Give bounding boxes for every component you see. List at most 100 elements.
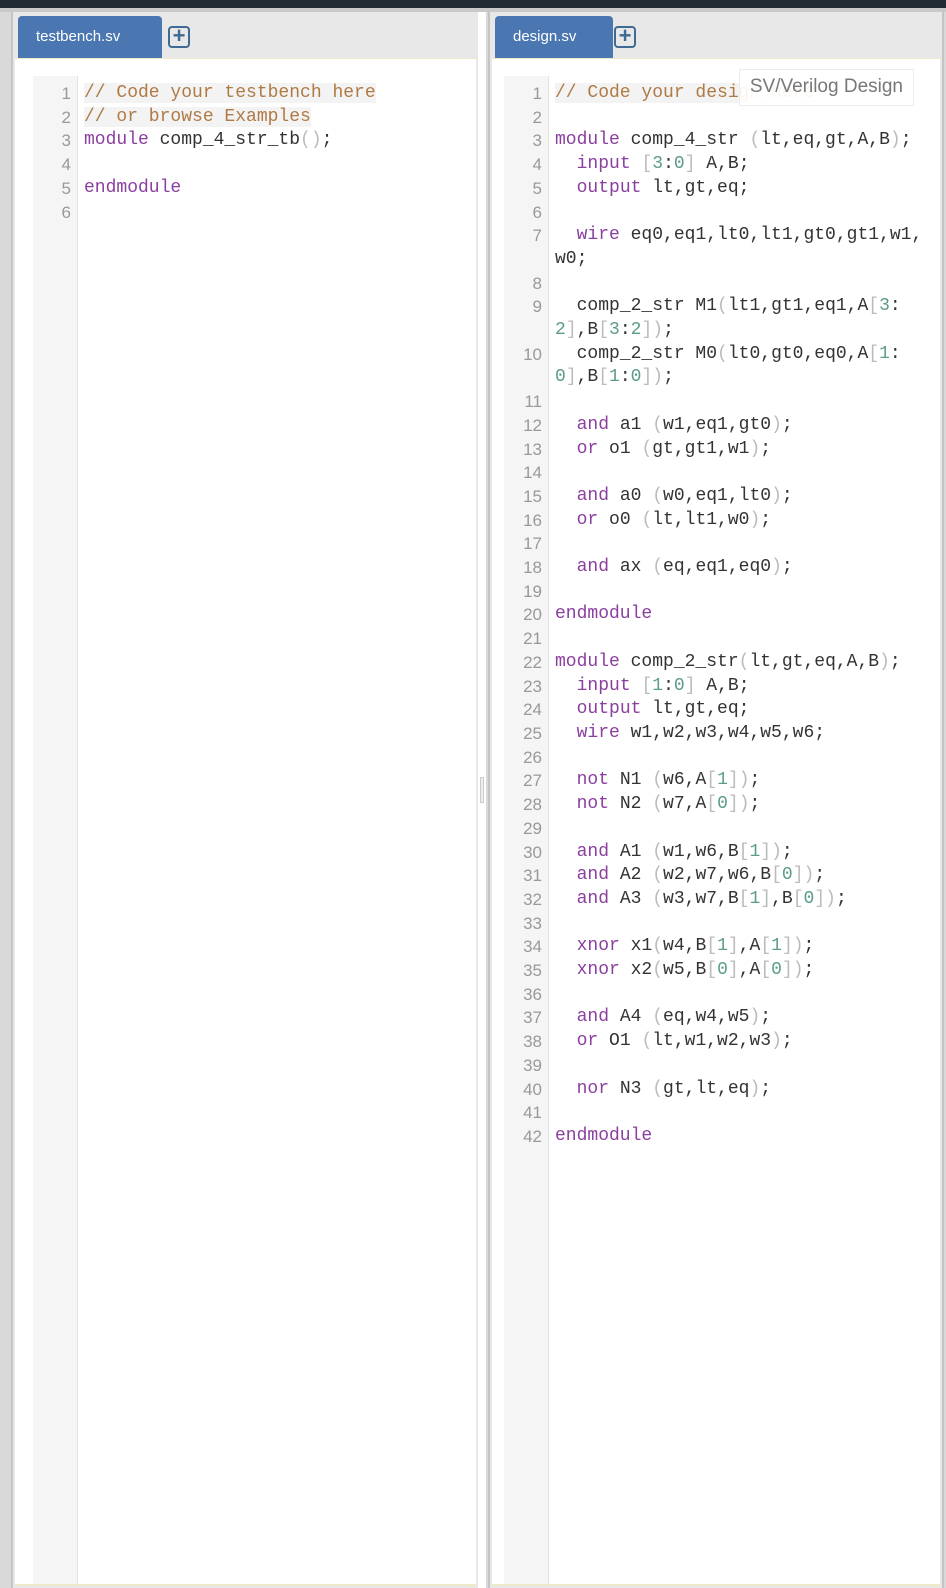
code-line[interactable]: 38 or O1 (lt,w1,w2,w3); <box>504 1030 932 1054</box>
code-line[interactable]: 2 // or browse Examples <box>33 106 468 130</box>
line-text[interactable]: or o0 (lt,lt1,w0); <box>548 509 932 533</box>
code-line[interactable]: 22 module comp_2_str(lt,gt,eq,A,B); <box>504 651 932 675</box>
add-file-button[interactable]: + <box>168 25 190 48</box>
line-text[interactable] <box>548 983 932 1007</box>
code-line[interactable]: 19 <box>504 580 932 604</box>
code-line[interactable]: 6 <box>33 201 468 225</box>
code-line[interactable]: 21 <box>504 627 932 651</box>
line-text[interactable] <box>548 1101 932 1125</box>
line-text[interactable]: and A4 (eq,w4,w5); <box>548 1006 932 1030</box>
line-text[interactable]: and A2 (w2,w7,w6,B[0]); <box>548 864 932 888</box>
code-line[interactable]: 23 input [1:0] A,B; <box>504 675 932 699</box>
code-line[interactable]: 2 <box>504 106 932 130</box>
line-text[interactable]: input [1:0] A,B; <box>548 675 932 699</box>
line-text[interactable] <box>548 627 932 651</box>
code-line[interactable]: 16 or o0 (lt,lt1,w0); <box>504 509 932 533</box>
code-line[interactable]: 8 <box>504 272 932 296</box>
code-line[interactable]: 12 and a1 (w1,eq1,gt0); <box>504 414 932 438</box>
code-line[interactable]: 26 <box>504 746 932 770</box>
code-line[interactable]: 37 and A4 (eq,w4,w5); <box>504 1006 932 1030</box>
code-line[interactable]: 11 <box>504 390 932 414</box>
code-line[interactable]: 25 wire w1,w2,w3,w4,w5,w6; <box>504 722 932 746</box>
line-text[interactable] <box>548 461 932 485</box>
line-text[interactable] <box>548 532 932 556</box>
code-line[interactable]: 9 comp_2_str M1(lt1,gt1,eq1,A[3:2],B[3:2… <box>504 295 932 342</box>
line-text[interactable]: wire w1,w2,w3,w4,w5,w6; <box>548 722 932 746</box>
line-text[interactable]: comp_2_str M1(lt1,gt1,eq1,A[3:2],B[3:2])… <box>548 295 932 342</box>
code-line[interactable]: 10 comp_2_str M0(lt0,gt0,eq0,A[1:0],B[1:… <box>504 343 932 390</box>
code-line[interactable]: 18 and ax (eq,eq1,eq0); <box>504 556 932 580</box>
code-line[interactable]: 41 <box>504 1101 932 1125</box>
code-line[interactable]: 33 <box>504 912 932 936</box>
line-text[interactable]: module comp_2_str(lt,gt,eq,A,B); <box>548 651 932 675</box>
line-text[interactable]: and ax (eq,eq1,eq0); <box>548 556 932 580</box>
line-text[interactable]: nor N3 (gt,lt,eq); <box>548 1078 932 1102</box>
code-line[interactable]: 15 and a0 (w0,eq1,lt0); <box>504 485 932 509</box>
line-text[interactable] <box>77 153 468 177</box>
code-line[interactable]: 5 output lt,gt,eq; <box>504 177 932 201</box>
code-line[interactable]: 27 not N1 (w6,A[1]); <box>504 769 932 793</box>
code-line[interactable]: 32 and A3 (w3,w7,B[1],B[0]); <box>504 888 932 912</box>
line-text[interactable]: endmodule <box>548 603 932 627</box>
line-text[interactable] <box>548 1054 932 1078</box>
line-text[interactable]: output lt,gt,eq; <box>548 177 932 201</box>
line-text[interactable] <box>548 912 932 936</box>
testbench-editor[interactable]: 1 // Code your testbench here 2 // or brows… <box>15 59 476 1586</box>
code-line[interactable]: 6 <box>504 201 932 225</box>
line-text[interactable] <box>548 580 932 604</box>
code-line[interactable]: 14 <box>504 461 932 485</box>
line-text[interactable]: and a1 (w1,eq1,gt0); <box>548 414 932 438</box>
line-text[interactable]: and a0 (w0,eq1,lt0); <box>548 485 932 509</box>
add-file-button[interactable]: + <box>614 25 636 48</box>
code-area[interactable]: 1 // Code your testbench here 2 // or brows… <box>33 82 468 224</box>
code-line[interactable]: 40 nor N3 (gt,lt,eq); <box>504 1078 932 1102</box>
line-text[interactable]: module comp_4_str_tb(); <box>77 129 468 153</box>
code-line[interactable]: 5 endmodule <box>33 177 468 201</box>
line-text[interactable]: comp_2_str M0(lt0,gt0,eq0,A[1:0],B[1:0])… <box>548 343 932 390</box>
line-text[interactable]: // Code your testbench here <box>77 82 468 106</box>
line-text[interactable] <box>548 817 932 841</box>
line-text[interactable] <box>548 272 932 296</box>
line-text[interactable]: or o1 (gt,gt1,w1); <box>548 438 932 462</box>
line-text[interactable]: not N2 (w7,A[0]); <box>548 793 932 817</box>
line-text[interactable] <box>77 201 468 225</box>
line-text[interactable]: // or browse Examples <box>77 106 468 130</box>
code-line[interactable]: 7 wire eq0,eq1,lt0,lt1,gt0,gt1,w1,w0; <box>504 224 932 271</box>
code-line[interactable]: 20 endmodule <box>504 603 932 627</box>
line-text[interactable]: not N1 (w6,A[1]); <box>548 769 932 793</box>
code-area[interactable]: 1// Code your design here 2 3 module comp_… <box>504 82 932 1149</box>
code-line[interactable]: 36 <box>504 983 932 1007</box>
line-text[interactable]: module comp_4_str (lt,eq,gt,A,B); <box>548 129 932 153</box>
code-line[interactable]: 39 <box>504 1054 932 1078</box>
code-line[interactable]: 34 xnor x1(w4,B[1],A[1]); <box>504 935 932 959</box>
line-text[interactable]: endmodule <box>77 177 468 201</box>
line-text[interactable] <box>548 106 932 130</box>
code-line[interactable]: 42 endmodule <box>504 1125 932 1149</box>
code-line[interactable]: 3 module comp_4_str (lt,eq,gt,A,B); <box>504 129 932 153</box>
code-line[interactable]: 30 and A1 (w1,w6,B[1]); <box>504 841 932 865</box>
tab-design[interactable]: design.sv <box>495 16 613 58</box>
resize-handle[interactable] <box>480 777 484 803</box>
line-text[interactable]: and A3 (w3,w7,B[1],B[0]); <box>548 888 932 912</box>
code-line[interactable]: 13 or o1 (gt,gt1,w1); <box>504 438 932 462</box>
line-text[interactable]: and A1 (w1,w6,B[1]); <box>548 841 932 865</box>
line-text[interactable]: wire eq0,eq1,lt0,lt1,gt0,gt1,w1,w0; <box>548 224 932 271</box>
line-text[interactable] <box>548 746 932 770</box>
line-text[interactable]: endmodule <box>548 1125 932 1149</box>
code-line[interactable]: 35 xnor x2(w5,B[0],A[0]); <box>504 959 932 983</box>
pane-divider[interactable] <box>478 12 486 1588</box>
line-text[interactable]: output lt,gt,eq; <box>548 698 932 722</box>
line-text[interactable] <box>548 201 932 225</box>
line-text[interactable]: xnor x2(w5,B[0],A[0]); <box>548 959 932 983</box>
code-line[interactable]: 28 not N2 (w7,A[0]); <box>504 793 932 817</box>
code-line[interactable]: 24 output lt,gt,eq; <box>504 698 932 722</box>
design-editor[interactable]: 1// Code your design here 2 3 module comp_… <box>492 59 940 1586</box>
code-line[interactable]: 4 <box>33 153 468 177</box>
code-line[interactable]: 3 module comp_4_str_tb(); <box>33 129 468 153</box>
line-text[interactable]: or O1 (lt,w1,w2,w3); <box>548 1030 932 1054</box>
line-text[interactable] <box>548 390 932 414</box>
code-line[interactable]: 29 <box>504 817 932 841</box>
code-line[interactable]: 1 // Code your testbench here <box>33 82 468 106</box>
code-line[interactable]: 31 and A2 (w2,w7,w6,B[0]); <box>504 864 932 888</box>
line-text[interactable]: input [3:0] A,B; <box>548 153 932 177</box>
